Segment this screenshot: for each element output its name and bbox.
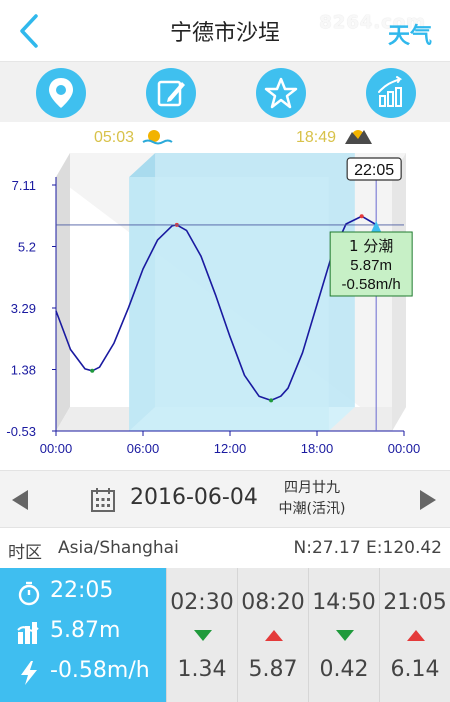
low-tide-point: [269, 398, 274, 403]
high-tide-point: [359, 214, 364, 219]
star-icon: [264, 77, 298, 109]
current-tide-panel: 22:05 5.87m -0.58m/h: [0, 568, 166, 702]
sunrise-icon: [142, 130, 173, 145]
current-height: 5.87m: [50, 618, 121, 643]
date-label[interactable]: 2016-06-04: [130, 485, 258, 510]
water-level-icon: [17, 622, 39, 644]
tide-event: 02:30 1.34: [166, 568, 236, 702]
tide-summary: 22:05 5.87m -0.58m/h 02:30 1.34 08:20 5.…: [0, 568, 450, 702]
edit-button[interactable]: [146, 68, 196, 118]
next-day-icon[interactable]: [420, 490, 436, 510]
current-rate: -0.58m/h: [50, 658, 150, 683]
weather-button[interactable]: 天气: [388, 18, 432, 50]
x-tick-label: 00:00: [388, 441, 421, 456]
tide-chart-svg: 05:03 18:49 7.11 5.2 3.29 1.38 -0.53 00:00 06:00…: [6, 129, 421, 456]
tide-time: 14:50: [312, 590, 376, 615]
calendar-icon[interactable]: [90, 487, 116, 513]
tide-height: 5.87: [248, 657, 298, 682]
tide-height: 1.34: [177, 657, 227, 682]
timezone-label: 时区: [8, 543, 42, 563]
previous-day-icon[interactable]: [12, 490, 28, 510]
sunrise-time: 05:03: [94, 129, 134, 146]
cursor-rate: -0.58m/h: [342, 276, 401, 293]
x-tick-label: 00:00: [40, 441, 73, 456]
stats-button[interactable]: [366, 68, 416, 118]
sunset-time: 18:49: [296, 129, 336, 146]
lunar-date: 四月廿九: [284, 480, 340, 496]
lightning-icon: [21, 661, 37, 685]
cursor-height: 5.87m: [350, 257, 392, 274]
sunset-icon: [345, 130, 372, 144]
location-pin-icon: [49, 78, 73, 108]
edit-icon: [157, 80, 185, 107]
cursor-time: 22:05: [354, 162, 394, 179]
y-tick-label: 3.29: [11, 301, 36, 316]
timezone-value: Asia/Shanghai: [58, 538, 179, 558]
cursor-label: 1 分潮: [349, 237, 393, 255]
location-info: 时区 Asia/Shanghai N:27.17 E:120.42: [0, 528, 450, 568]
tide-chart[interactable]: 05:03 18:49 7.11 5.2 3.29 1.38 -0.53 00:00 06:00…: [0, 122, 450, 470]
tide-height: 0.42: [319, 657, 369, 682]
x-tick-label: 06:00: [127, 441, 160, 456]
tide-event: 08:20 5.87: [237, 568, 307, 702]
y-tick-label: -0.53: [6, 424, 36, 439]
x-tick-label: 12:00: [214, 441, 247, 456]
favorite-button[interactable]: [256, 68, 306, 118]
y-tick-label: 1.38: [11, 363, 36, 378]
date-bar: 2016-06-04 四月廿九 中潮(活汛): [0, 470, 450, 528]
lunar-info: 四月廿九 中潮(活汛): [272, 478, 352, 520]
app-header: 宁德市沙埕 8264.com 天气: [0, 0, 450, 62]
tide-app: 宁德市沙埕 8264.com 天气 05:03 18:49 7.11 5.2 3…: [0, 0, 450, 702]
low-tide-arrow-icon: [194, 630, 212, 641]
tide-time: 08:20: [241, 590, 305, 615]
low-tide-point: [90, 368, 95, 373]
toolbar: [0, 62, 450, 122]
y-tick-label: 7.11: [12, 178, 36, 193]
tide-height: 6.14: [390, 657, 440, 682]
bar-chart-icon: [378, 76, 403, 107]
stopwatch-icon: [18, 581, 40, 606]
low-tide-arrow-icon: [336, 630, 354, 641]
x-tick-label: 18:00: [301, 441, 334, 456]
high-tide-arrow-icon: [265, 630, 283, 641]
tide-event: 21:05 6.14: [379, 568, 449, 702]
y-tick-label: 5.2: [18, 240, 36, 255]
tide-event: 14:50 0.42: [308, 568, 378, 702]
tide-type: 中潮(活汛): [278, 501, 346, 517]
chart-left-wall: [56, 153, 70, 431]
high-tide-arrow-icon: [407, 630, 425, 641]
tide-time: 21:05: [383, 590, 447, 615]
tide-time: 02:30: [170, 590, 234, 615]
current-time: 22:05: [50, 578, 114, 603]
sunrise-waves: [142, 139, 173, 145]
daylight-front: [129, 177, 329, 431]
coordinates: N:27.17 E:120.42: [293, 538, 442, 558]
location-button[interactable]: [36, 68, 86, 118]
